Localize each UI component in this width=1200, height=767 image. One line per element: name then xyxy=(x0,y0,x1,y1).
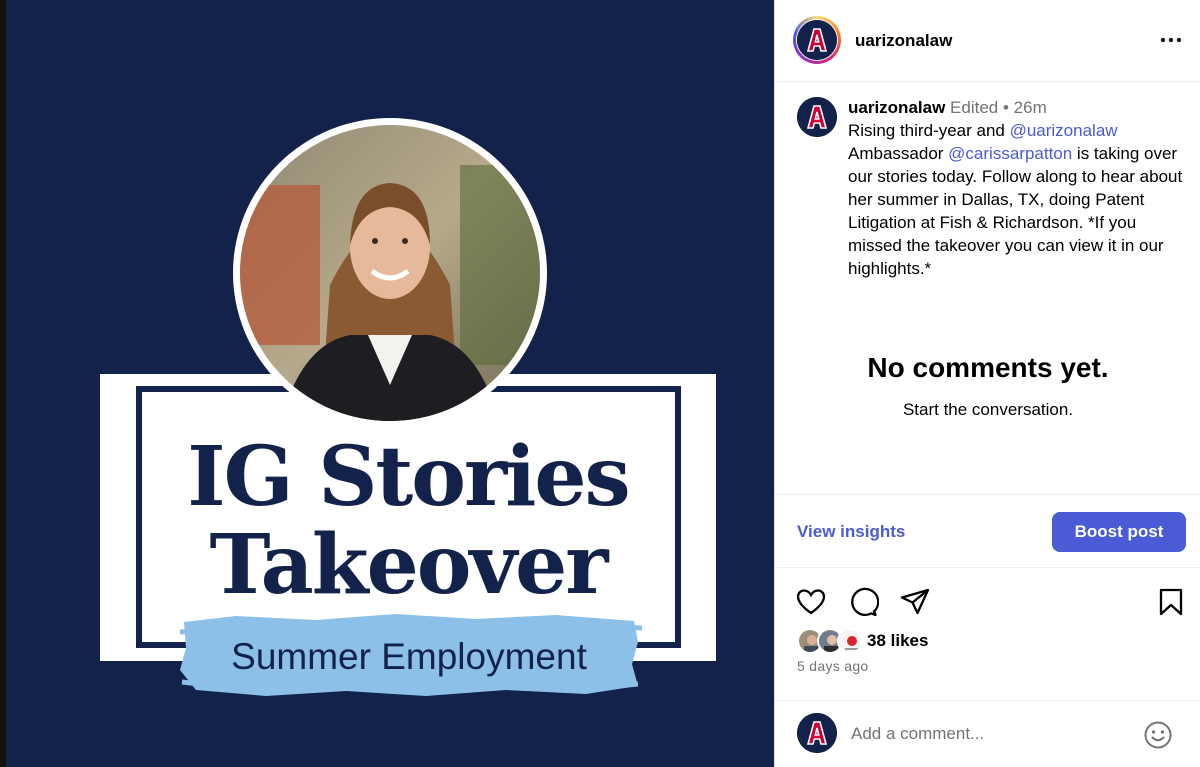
add-comment-input[interactable] xyxy=(851,719,1131,749)
paper-plane-icon[interactable] xyxy=(899,586,931,618)
no-comments-title: No comments yet. xyxy=(867,352,1109,383)
caption-avatar-icon[interactable] xyxy=(797,97,837,137)
meta-separator: • xyxy=(1002,98,1009,117)
likes-count[interactable]: 38 likes xyxy=(867,631,928,651)
comment-icon[interactable] xyxy=(847,586,879,618)
post-side-panel: uarizonalaw uarizonalaw Edited • 26m Ris… xyxy=(774,0,1200,767)
caption-text-3: is taking over our stories today. Follow… xyxy=(848,144,1183,278)
post-caption: uarizonalaw Edited • 26m Rising third-ye… xyxy=(848,96,1188,280)
view-insights-link[interactable]: View insights xyxy=(797,522,905,542)
caption-text-2: Ambassador xyxy=(848,144,949,163)
comment-bar xyxy=(775,700,1200,767)
bookmark-icon[interactable] xyxy=(1155,586,1187,618)
media-title-line-1: IG Stories xyxy=(187,429,630,525)
post-date: 5 days ago xyxy=(797,658,869,674)
mention-uarizonalaw[interactable]: @uarizonalaw xyxy=(1010,121,1118,140)
post-time: 26m xyxy=(1013,98,1047,117)
caption-username[interactable]: uarizonalaw xyxy=(848,98,945,117)
no-comments-subtitle: Start the conversation. xyxy=(902,400,1074,419)
media-edge xyxy=(0,0,6,767)
edited-label: Edited xyxy=(950,98,999,117)
media-subtitle: Summer Employment xyxy=(231,636,587,677)
mention-carissarpatton[interactable]: @carissarpatton xyxy=(948,144,1072,163)
media-title-line-2: Takeover xyxy=(209,517,608,613)
liker-avatar xyxy=(837,628,863,654)
header-username[interactable]: uarizonalaw xyxy=(855,31,952,51)
commenter-avatar-icon xyxy=(797,713,837,753)
caption-text-1: Rising third-year and xyxy=(848,121,1010,140)
boost-post-button[interactable]: Boost post xyxy=(1052,512,1186,552)
post-header: uarizonalaw xyxy=(775,0,1200,82)
portrait-photo xyxy=(233,118,547,428)
university-a-logo-icon[interactable] xyxy=(797,20,837,60)
smiley-icon[interactable] xyxy=(1143,720,1173,750)
insights-bar: View insights Boost post xyxy=(775,494,1200,568)
heart-icon[interactable] xyxy=(795,586,827,618)
more-horizontal-icon[interactable] xyxy=(1159,28,1183,52)
post-media[interactable]: IG Stories Takeover Summer Employment xyxy=(0,0,774,767)
